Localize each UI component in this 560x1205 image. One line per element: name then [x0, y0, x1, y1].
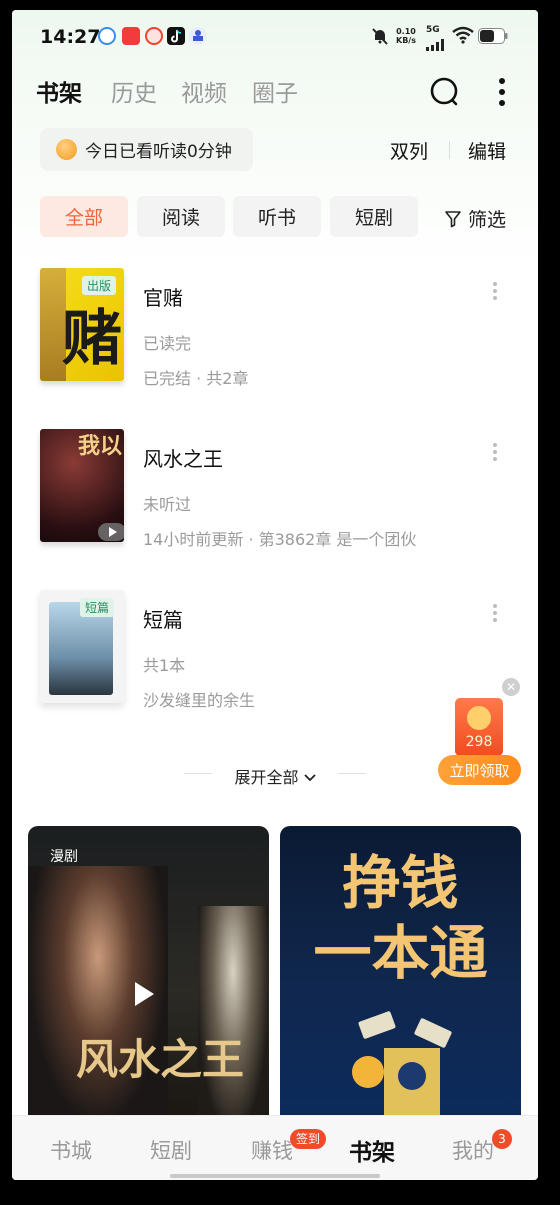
weibo-icon — [145, 27, 163, 45]
app-icon-2 — [122, 27, 140, 45]
nav-bookstore[interactable]: 书城 — [50, 1135, 92, 1165]
book-cover[interactable]: 赌 出版 — [40, 268, 124, 381]
book-more-icon[interactable] — [492, 604, 498, 622]
cover-title-art: 我以 — [78, 433, 123, 459]
card-title-art: 风水之王 — [76, 1035, 245, 1084]
book-meta: 沙发缝里的余生 — [143, 691, 256, 710]
book-meta: 14小时前更新 · 第3862章 是一个团伙 — [143, 530, 417, 549]
phone-screen: 14:27 0.10 KB/s 5G 书架 历史 视频 圈子 今日已看听读0分钟… — [12, 10, 538, 1180]
wifi-icon — [452, 26, 474, 48]
edit-button[interactable]: 编辑 — [468, 137, 506, 164]
divider — [449, 141, 450, 159]
tab-video[interactable]: 视频 — [181, 74, 227, 108]
tab-circle[interactable]: 圈子 — [252, 74, 298, 108]
double-column-button[interactable]: 双列 — [390, 137, 428, 164]
book-progress: 已读完 — [143, 334, 192, 353]
book-tag: 短篇 — [80, 598, 115, 617]
app-icon-5 — [189, 27, 207, 45]
signal-icon — [426, 36, 446, 55]
earn-money-card[interactable]: 挣钱 一本通 — [280, 826, 521, 1126]
home-indicator — [170, 1174, 380, 1178]
money-stack-icon — [350, 1006, 460, 1126]
notification-badge: 3 — [492, 1129, 512, 1149]
chip-audio[interactable]: 听书 — [233, 196, 321, 237]
book-more-icon[interactable] — [492, 443, 498, 461]
chip-all[interactable]: 全部 — [40, 196, 128, 237]
read-time-pill[interactable]: 今日已看听读0分钟 — [40, 128, 253, 171]
chip-read[interactable]: 阅读 — [137, 196, 225, 237]
claim-now-button[interactable]: 立即领取 — [438, 755, 521, 785]
book-progress: 未听过 — [143, 495, 192, 514]
battery-icon — [478, 28, 508, 48]
filter-label: 筛选 — [468, 209, 507, 231]
tab-history[interactable]: 历史 — [111, 74, 157, 108]
more-icon[interactable] — [498, 77, 506, 111]
play-icon — [98, 523, 124, 541]
read-time-text: 今日已看听读0分钟 — [85, 142, 232, 162]
book-title[interactable]: 官赌 — [143, 282, 183, 311]
play-icon[interactable] — [132, 980, 156, 1012]
cover-title-art: 赌 — [62, 304, 122, 374]
book-collection-cover[interactable]: 短篇 — [40, 590, 124, 703]
app-icon-1 — [98, 27, 116, 45]
nav-bookshelf[interactable]: 书架 — [349, 1133, 395, 1167]
chip-short-drama[interactable]: 短剧 — [330, 196, 418, 237]
book-title[interactable]: 风水之王 — [143, 443, 223, 472]
book-progress: 共1本 — [143, 656, 186, 675]
card-tag: 漫剧 — [50, 849, 78, 865]
checkin-badge: 签到 — [290, 1129, 326, 1149]
close-icon[interactable]: ✕ — [502, 678, 520, 696]
nav-short-drama[interactable]: 短剧 — [150, 1135, 192, 1165]
divider — [338, 773, 366, 774]
red-packet-amount: 298 — [465, 734, 493, 750]
nav-mine[interactable]: 我的 — [452, 1135, 494, 1165]
mute-icon — [370, 26, 390, 50]
nav-earn[interactable]: 赚钱 — [251, 1135, 293, 1165]
tiktok-icon — [167, 27, 185, 45]
book-cover[interactable]: 我以 — [40, 429, 124, 542]
book-more-icon[interactable] — [492, 282, 498, 300]
tab-bookshelf[interactable]: 书架 — [36, 74, 82, 108]
network-type: 5G — [426, 25, 440, 35]
filter-icon — [445, 210, 461, 227]
chevron-down-icon — [303, 774, 316, 782]
net-speed: 0.10 KB/s — [396, 27, 416, 45]
short-drama-card[interactable]: 漫剧 风水之王 — [28, 826, 269, 1126]
expand-label: 展开全部 — [234, 768, 299, 787]
card-title-art: 挣钱 一本通 — [313, 849, 488, 987]
card-image — [198, 906, 268, 1126]
coin-icon — [56, 139, 77, 160]
book-title[interactable]: 短篇 — [143, 604, 183, 633]
search-icon[interactable] — [430, 77, 460, 111]
book-meta: 已完结 · 共2章 — [143, 369, 249, 388]
status-time: 14:27 — [40, 26, 101, 48]
filter-button[interactable]: 筛选 — [444, 205, 506, 232]
book-tag: 出版 — [82, 276, 117, 295]
